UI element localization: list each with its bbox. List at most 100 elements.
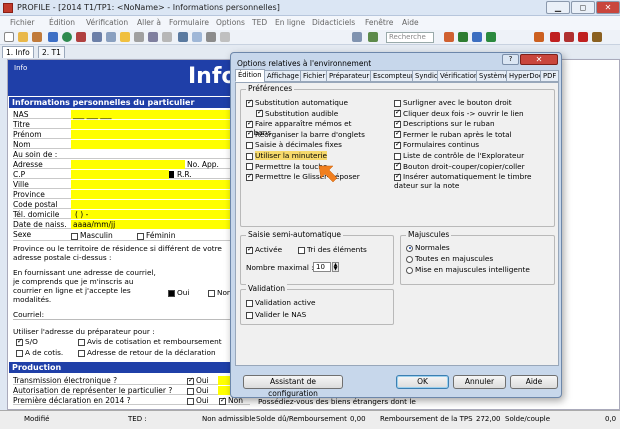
tab-fichier[interactable]: Fichier xyxy=(300,70,329,82)
annuler-button[interactable]: Annuler xyxy=(453,375,506,389)
left-checkbox-0[interactable] xyxy=(246,98,253,107)
right-checkbox-3[interactable] xyxy=(394,129,401,139)
right-option-2[interactable]: Descriptions sur le ruban xyxy=(394,119,554,128)
grid-icon[interactable] xyxy=(106,32,116,42)
print-icon[interactable] xyxy=(76,32,86,42)
tab-preparateur[interactable]: Préparateur xyxy=(326,70,373,82)
open-icon[interactable] xyxy=(18,32,28,42)
prod-oui-1[interactable]: Oui xyxy=(187,376,209,385)
menu-formulaire[interactable]: Formulaire xyxy=(169,18,209,27)
code-postal-field[interactable] xyxy=(71,200,244,209)
right-checkbox-7[interactable] xyxy=(394,172,401,181)
check-icon[interactable] xyxy=(550,32,560,42)
contact-icon[interactable] xyxy=(352,32,362,42)
maj-intelligente[interactable]: Mise en majuscules intelligente xyxy=(406,265,530,274)
avis-checkbox[interactable] xyxy=(78,338,85,346)
maximize-button[interactable]: ◻ xyxy=(571,1,595,14)
left-checkbox-6[interactable] xyxy=(246,163,253,171)
assistant-button[interactable]: Assistant de configuration xyxy=(243,375,343,398)
menu-fenetre[interactable]: Fenêtre xyxy=(365,18,393,27)
tab-verification[interactable]: Vérification xyxy=(437,70,482,82)
sexe-m-checkbox[interactable] xyxy=(71,232,78,240)
nom-field[interactable] xyxy=(71,140,244,149)
prod-oui-1-checkbox[interactable] xyxy=(187,376,194,385)
right-checkbox-2[interactable] xyxy=(394,119,401,128)
nas-field[interactable]: ___ ___ ___ xyxy=(71,110,244,119)
right-option-5[interactable]: Liste de contrôle de l'Explorateur xyxy=(394,151,554,160)
left-option-7[interactable]: Permettre le Glisser-Déposer xyxy=(246,172,376,181)
left-checkbox-3[interactable] xyxy=(246,129,253,139)
email-oui-option[interactable]: Oui xyxy=(168,288,189,297)
sexe-f-checkbox[interactable] xyxy=(137,232,144,240)
validation-active-option[interactable]: Validation active xyxy=(246,298,316,307)
prod-oui-3-checkbox[interactable] xyxy=(187,397,194,405)
email-non-option[interactable]: Non xyxy=(208,288,232,297)
list-icon[interactable] xyxy=(192,32,202,42)
email-oui-checkbox[interactable] xyxy=(168,289,175,297)
menu-en-ligne[interactable]: En ligne xyxy=(275,18,305,27)
maj-normales-radio[interactable] xyxy=(406,244,413,252)
sexe-m-option[interactable]: Masculin xyxy=(71,231,113,240)
prod-oui-2-checkbox[interactable] xyxy=(187,387,194,395)
activee-option[interactable]: Activée xyxy=(246,245,282,254)
left-option-5[interactable]: Utiliser la minuterie xyxy=(246,151,376,160)
menu-aller-a[interactable]: Aller à xyxy=(137,18,161,27)
table-icon[interactable] xyxy=(134,32,144,42)
menu-options[interactable]: Options xyxy=(216,18,245,27)
calc-icon[interactable] xyxy=(178,32,188,42)
aide-button[interactable]: Aide xyxy=(510,375,558,389)
efile-icon[interactable] xyxy=(458,32,468,42)
menu-fichier[interactable]: Fichier xyxy=(10,18,35,27)
nmax-spinner[interactable]: ▲ ▼ xyxy=(332,262,339,272)
left-checkbox-1[interactable] xyxy=(256,108,263,118)
maj-intelligente-radio[interactable] xyxy=(406,266,413,274)
tab-escompteur[interactable]: Escompteur xyxy=(370,70,417,82)
cp-field[interactable] xyxy=(71,170,169,179)
so-option[interactable]: S/O xyxy=(16,337,38,346)
nmax-input[interactable]: 10 xyxy=(313,262,331,272)
x-icon[interactable] xyxy=(578,32,588,42)
maj-toutes[interactable]: Toutes en majuscules xyxy=(406,254,493,263)
titre-field[interactable] xyxy=(71,120,244,129)
folder-icon[interactable] xyxy=(32,32,42,42)
help-icon[interactable] xyxy=(592,32,602,42)
warning-icon[interactable] xyxy=(534,32,544,42)
copy-icon[interactable] xyxy=(220,32,230,42)
left-option-4[interactable]: Saisie à décimales fixes xyxy=(246,140,376,149)
sexe-f-option[interactable]: Féminin xyxy=(137,231,176,240)
dialog-close-button[interactable]: ✕ xyxy=(520,54,558,65)
tri-checkbox[interactable] xyxy=(298,246,305,254)
menu-edition[interactable]: Édition xyxy=(49,18,75,27)
tab-t1[interactable]: 2. T1 xyxy=(38,46,65,58)
audit-icon[interactable] xyxy=(444,32,454,42)
dialog-help-button[interactable]: ? xyxy=(502,54,519,65)
maj-normales[interactable]: Normales xyxy=(406,243,450,252)
close-button[interactable]: ✕ xyxy=(596,1,620,14)
left-option-6[interactable]: Permettre la touche xyxy=(246,162,376,171)
right-option-7[interactable]: Insérer automatiquement le timbre dateur… xyxy=(394,172,554,190)
bookmark-icon[interactable] xyxy=(368,32,378,42)
send-icon[interactable] xyxy=(472,32,482,42)
right-checkbox-6[interactable] xyxy=(394,161,401,171)
left-checkbox-4[interactable] xyxy=(246,141,253,149)
left-checkbox-2[interactable] xyxy=(246,119,253,128)
menu-aide[interactable]: Aide xyxy=(402,18,419,27)
tab-edition[interactable]: Édition xyxy=(235,69,265,82)
globe-icon[interactable] xyxy=(62,32,72,42)
ruler-icon[interactable] xyxy=(206,32,216,42)
email-non-checkbox[interactable] xyxy=(208,289,215,297)
right-option-3[interactable]: Fermer le ruban après le total xyxy=(394,129,554,139)
left-checkbox-7[interactable] xyxy=(246,172,253,181)
right-checkbox-4[interactable] xyxy=(394,140,401,149)
right-checkbox-0[interactable] xyxy=(394,99,401,107)
tab-info[interactable]: 1. Info xyxy=(2,46,34,58)
tri-option[interactable]: Tri des éléments xyxy=(298,245,367,254)
ok-button[interactable]: OK xyxy=(396,375,449,389)
search-input[interactable]: Recherche xyxy=(386,32,434,43)
validation-active-checkbox[interactable] xyxy=(246,299,253,307)
prod-oui-2[interactable]: Oui xyxy=(187,386,209,395)
arrow-icon[interactable] xyxy=(162,32,172,42)
date-field[interactable]: aaaa/mm/jj xyxy=(71,220,244,229)
retour-option[interactable]: Adresse de retour de la déclaration xyxy=(78,348,216,357)
flag-icon[interactable] xyxy=(486,32,496,42)
